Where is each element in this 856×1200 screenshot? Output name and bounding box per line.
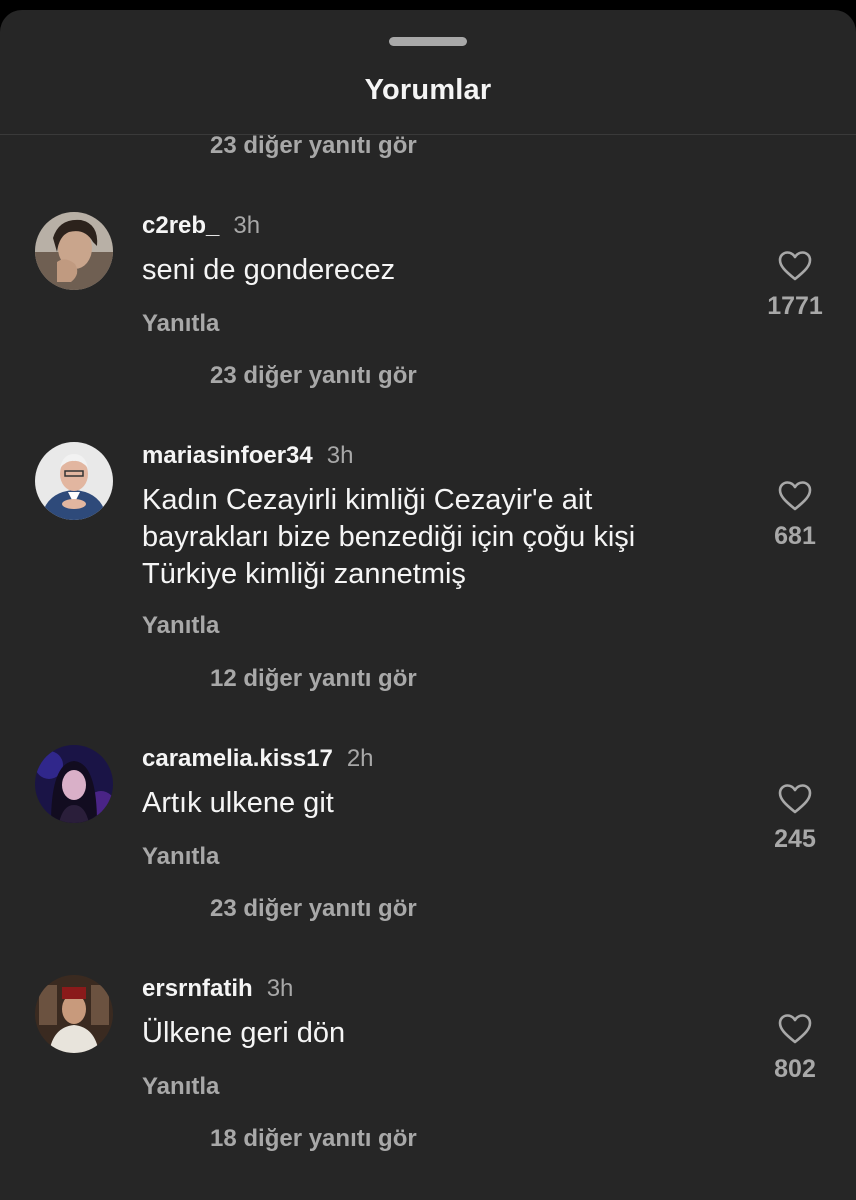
view-replies-link[interactable]: 23 diğer yanıtı gör bbox=[210, 895, 417, 923]
username[interactable]: ersrnfatih bbox=[142, 975, 253, 1002]
comment-meta: ersrnfatih 3h bbox=[142, 975, 293, 1003]
view-replies-link[interactable]: 23 diğer yanıtı gör bbox=[210, 132, 417, 160]
heart-icon[interactable] bbox=[777, 250, 813, 282]
heart-icon[interactable] bbox=[777, 1013, 813, 1045]
like-button[interactable]: 245 bbox=[755, 783, 835, 854]
username[interactable]: caramelia.kiss17 bbox=[142, 745, 333, 772]
reply-button[interactable]: Yanıtla bbox=[142, 612, 219, 640]
reply-button[interactable]: Yanıtla bbox=[142, 310, 219, 338]
timestamp: 3h bbox=[266, 975, 294, 1002]
comment-text: Artık ulkene git bbox=[142, 787, 334, 819]
timestamp: 3h bbox=[233, 212, 261, 239]
avatar[interactable] bbox=[35, 745, 113, 823]
timestamp: 2h bbox=[346, 745, 374, 772]
like-count: 245 bbox=[774, 825, 816, 853]
comment-text: Ülkene geri dön bbox=[142, 1017, 346, 1049]
like-count: 681 bbox=[774, 522, 816, 550]
timestamp: 3h bbox=[326, 442, 354, 469]
username[interactable]: mariasinfoer34 bbox=[142, 442, 313, 469]
username[interactable]: c2reb_ bbox=[142, 212, 219, 239]
comments-sheet: Yorumlar 23 diğer yanıtı gör c2reb_ 3h se… bbox=[0, 10, 856, 1200]
page-title: Yorumlar bbox=[364, 74, 492, 106]
reply-button[interactable]: Yanıtla bbox=[142, 1073, 219, 1101]
like-button[interactable]: 802 bbox=[755, 1013, 835, 1084]
like-count: 1771 bbox=[767, 292, 823, 320]
like-button[interactable]: 1771 bbox=[755, 250, 835, 321]
heart-icon[interactable] bbox=[777, 783, 813, 815]
avatar[interactable] bbox=[35, 975, 113, 1053]
view-replies-link[interactable]: 12 diğer yanıtı gör bbox=[210, 665, 417, 693]
comment-meta: mariasinfoer34 3h bbox=[142, 442, 353, 470]
comment-meta: c2reb_ 3h bbox=[142, 212, 260, 240]
drag-handle[interactable] bbox=[389, 37, 467, 46]
comment-meta: caramelia.kiss17 2h bbox=[142, 745, 374, 773]
comment-text: seni de gonderecez bbox=[142, 254, 396, 286]
like-button[interactable]: 681 bbox=[755, 480, 835, 551]
sheet-header: Yorumlar bbox=[0, 10, 856, 135]
heart-icon[interactable] bbox=[777, 480, 813, 512]
view-replies-link[interactable]: 23 diğer yanıtı gör bbox=[210, 362, 417, 390]
avatar[interactable] bbox=[35, 442, 113, 520]
reply-button[interactable]: Yanıtla bbox=[142, 843, 219, 871]
comment-text: Kadın Cezayirli kimliği Cezayir'e ait ba… bbox=[142, 484, 636, 590]
avatar[interactable] bbox=[35, 212, 113, 290]
view-replies-link[interactable]: 18 diğer yanıtı gör bbox=[210, 1125, 417, 1153]
like-count: 802 bbox=[774, 1055, 816, 1083]
